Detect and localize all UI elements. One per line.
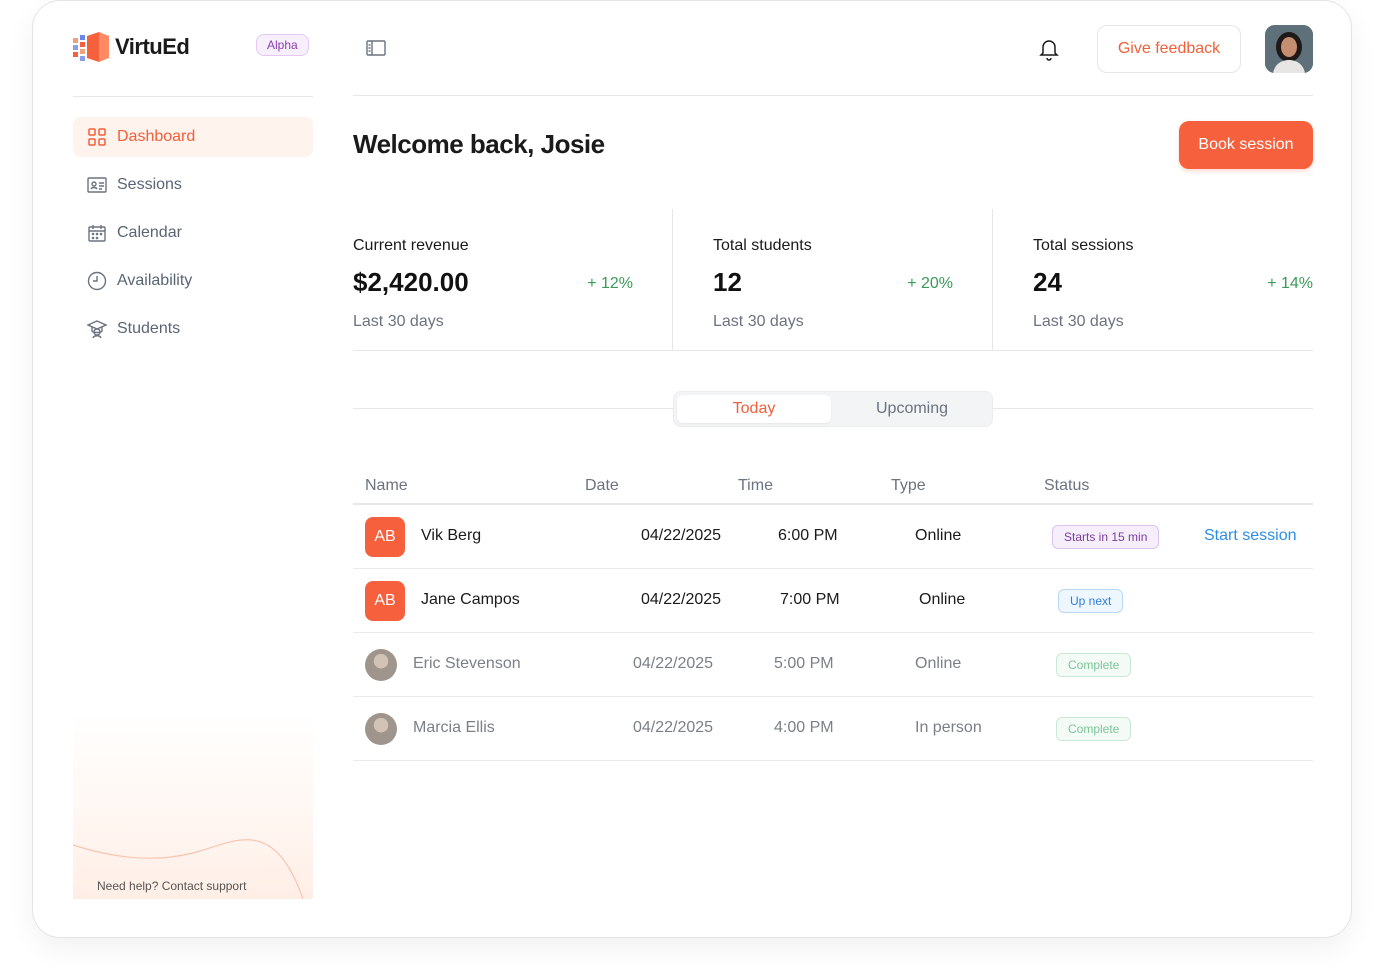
table-row[interactable]: AB Vik Berg 04/22/2025 6:00 PM Online St… xyxy=(353,505,1313,569)
column-header-time[interactable]: Time xyxy=(738,477,773,495)
sidebar-item-label: Availability xyxy=(117,272,193,289)
session-type: In person xyxy=(915,719,982,736)
table-row[interactable]: Eric Stevenson 04/22/2025 5:00 PM Online… xyxy=(353,633,1313,697)
user-avatar[interactable] xyxy=(1265,25,1313,73)
give-feedback-button[interactable]: Give feedback xyxy=(1097,25,1241,73)
sidebar-item-label: Sessions xyxy=(117,176,182,193)
status-badge: Up next xyxy=(1058,589,1124,613)
stat-divider xyxy=(992,209,993,351)
session-time: 6:00 PM xyxy=(778,527,838,544)
book-session-button[interactable]: Book session xyxy=(1179,121,1313,169)
student-initials-avatar: AB xyxy=(365,517,405,557)
sidebar-nav: Dashboard Sessions Calendar Availability xyxy=(73,117,313,357)
status-badge: Complete xyxy=(1056,717,1132,741)
stat-card-students: Total students 12 + 20% Last 30 days xyxy=(713,209,953,351)
sidebar-item-label: Students xyxy=(117,320,181,337)
column-header-name[interactable]: Name xyxy=(365,477,408,495)
session-tabs: Today Upcoming xyxy=(673,391,993,427)
stat-period: Last 30 days xyxy=(353,313,444,330)
column-header-status[interactable]: Status xyxy=(1044,477,1089,495)
app-window: VirtuEd Alpha Dashboard Sessions Calenda… xyxy=(32,0,1352,938)
student-initials-avatar: AB xyxy=(365,581,405,621)
topbar-divider xyxy=(353,95,1313,96)
session-date: 04/22/2025 xyxy=(633,655,714,672)
brand-name: VirtuEd xyxy=(115,34,190,59)
student-photo-avatar xyxy=(365,713,397,745)
sidebar-item-label: Calendar xyxy=(117,224,182,241)
table-header: Name Date Time Type Status xyxy=(353,465,1313,505)
session-type: Online xyxy=(915,655,962,672)
sidebar-item-dashboard[interactable]: Dashboard xyxy=(73,117,313,157)
virtued-logo-icon xyxy=(73,32,109,62)
session-date: 04/22/2025 xyxy=(641,527,722,544)
grid-icon xyxy=(87,127,107,147)
bell-icon[interactable] xyxy=(1037,36,1061,62)
sidebar-item-calendar[interactable]: Calendar xyxy=(73,213,313,253)
stat-value: 12 xyxy=(713,267,742,297)
session-time: 5:00 PM xyxy=(774,655,834,672)
student-name: Jane Campos xyxy=(421,591,520,608)
session-type: Online xyxy=(915,527,962,544)
stat-period: Last 30 days xyxy=(1033,313,1124,330)
graduation-cap-icon xyxy=(87,319,107,339)
sidebar-item-sessions[interactable]: Sessions xyxy=(73,165,313,205)
calendar-icon xyxy=(87,223,107,243)
sessions-table: Name Date Time Type Status AB Vik Berg 0… xyxy=(353,465,1313,761)
tab-today[interactable]: Today xyxy=(677,395,831,423)
session-time: 7:00 PM xyxy=(780,591,840,608)
status-badge: Starts in 15 min xyxy=(1052,525,1160,549)
tab-upcoming[interactable]: Upcoming xyxy=(835,395,989,423)
main-content: Give feedback Welcome back, Josie Book s… xyxy=(353,1,1313,937)
clock-icon xyxy=(87,271,107,291)
stat-value: 24 xyxy=(1033,267,1062,297)
stat-delta: + 20% xyxy=(907,275,953,292)
help-link[interactable]: Need help? Contact support xyxy=(97,879,246,893)
sidebar-item-availability[interactable]: Availability xyxy=(73,261,313,301)
session-date: 04/22/2025 xyxy=(633,719,714,736)
student-name: Marcia Ellis xyxy=(413,719,495,736)
stat-card-revenue: Current revenue $2,420.00 + 12% Last 30 … xyxy=(353,209,633,351)
sidebar-item-label: Dashboard xyxy=(117,128,196,145)
table-row[interactable]: AB Jane Campos 04/22/2025 7:00 PM Online… xyxy=(353,569,1313,633)
alpha-badge: Alpha xyxy=(256,34,309,56)
sidebar-divider xyxy=(73,96,313,97)
stat-label: Current revenue xyxy=(353,237,469,254)
stat-value: $2,420.00 xyxy=(353,267,469,297)
column-header-date[interactable]: Date xyxy=(585,477,619,495)
id-card-icon xyxy=(87,175,107,195)
stat-card-sessions: Total sessions 24 + 14% Last 30 days xyxy=(1033,209,1313,351)
page-title: Welcome back, Josie xyxy=(353,129,605,159)
session-date: 04/22/2025 xyxy=(641,591,722,608)
help-card: Need help? Contact support xyxy=(73,713,313,899)
session-time: 4:00 PM xyxy=(774,719,834,736)
stat-delta: + 14% xyxy=(1267,275,1313,292)
stat-label: Total sessions xyxy=(1033,237,1134,254)
stat-period: Last 30 days xyxy=(713,313,804,330)
status-badge: Complete xyxy=(1056,653,1132,677)
student-name: Vik Berg xyxy=(421,527,482,544)
stat-delta: + 12% xyxy=(587,275,633,292)
stat-label: Total students xyxy=(713,237,812,254)
sidebar-toggle-icon[interactable] xyxy=(365,37,389,61)
start-session-link[interactable]: Start session xyxy=(1204,527,1296,545)
student-name: Eric Stevenson xyxy=(413,655,521,672)
student-photo-avatar xyxy=(365,649,397,681)
brand[interactable]: VirtuEd xyxy=(73,31,190,63)
session-type: Online xyxy=(919,591,966,608)
sidebar: VirtuEd Alpha Dashboard Sessions Calenda… xyxy=(73,1,313,937)
sidebar-item-students[interactable]: Students xyxy=(73,309,313,349)
stat-divider xyxy=(672,209,673,351)
stats-row: Current revenue $2,420.00 + 12% Last 30 … xyxy=(353,209,1313,351)
table-row[interactable]: Marcia Ellis 04/22/2025 4:00 PM In perso… xyxy=(353,697,1313,761)
column-header-type[interactable]: Type xyxy=(891,477,926,495)
